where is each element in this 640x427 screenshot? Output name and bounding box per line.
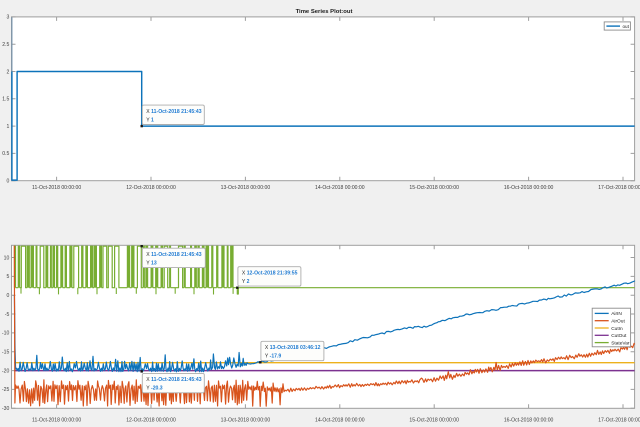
svg-text:13-Oct-2018 00:00:00: 13-Oct-2018 00:00:00: [221, 418, 271, 424]
svg-text:1: 1: [6, 124, 9, 130]
svg-text:2.5: 2.5: [2, 42, 9, 48]
svg-text:14-Oct-2018 00:00:00: 14-Oct-2018 00:00:00: [315, 418, 365, 424]
svg-text:Time Series Plot:out: Time Series Plot:out: [296, 9, 353, 15]
svg-text:CutIn: CutIn: [611, 326, 623, 332]
svg-text:Y 1: Y 1: [146, 117, 154, 123]
svg-text:out: out: [623, 24, 630, 29]
svg-text:12-Oct-2018 00:00:00: 12-Oct-2018 00:00:00: [126, 418, 176, 424]
svg-text:-25: -25: [2, 387, 10, 393]
svg-text:0: 0: [6, 179, 9, 185]
svg-text:11-Oct-2018 00:00:00: 11-Oct-2018 00:00:00: [32, 418, 81, 424]
svg-text:16-Oct-2018 00:00:00: 16-Oct-2018 00:00:00: [504, 185, 554, 191]
svg-text:Y -17.9: Y -17.9: [265, 354, 282, 360]
svg-text:-5: -5: [5, 312, 10, 318]
svg-text:17-Oct-2018 00:00:00: 17-Oct-2018 00:00:00: [598, 418, 640, 424]
svg-text:5: 5: [6, 274, 9, 280]
svg-text:Y -20.3: Y -20.3: [146, 386, 163, 392]
svg-text:-30: -30: [2, 406, 10, 412]
svg-text:AirIN: AirIN: [611, 311, 622, 317]
svg-text:14-Oct-2018 00:00:00: 14-Oct-2018 00:00:00: [315, 185, 365, 191]
svg-text:-15: -15: [2, 350, 10, 356]
svg-text:15-Oct-2018 00:00:00: 15-Oct-2018 00:00:00: [409, 418, 459, 424]
svg-text:X 11-Oct-2018 21:45:43: X 11-Oct-2018 21:45:43: [146, 377, 201, 383]
svg-text:X 11-Oct-2018 21:45:43: X 11-Oct-2018 21:45:43: [146, 109, 201, 115]
svg-text:2: 2: [6, 69, 9, 75]
svg-text:16-Oct-2018 00:00:00: 16-Oct-2018 00:00:00: [504, 418, 554, 424]
svg-text:17-Oct-2018 00:00:00: 17-Oct-2018 00:00:00: [598, 185, 640, 191]
svg-text:-10: -10: [2, 331, 10, 337]
svg-text:AirOut: AirOut: [611, 319, 625, 325]
svg-text:12-Oct-2018 00:00:00: 12-Oct-2018 00:00:00: [126, 185, 176, 191]
svg-text:Y 13: Y 13: [146, 260, 157, 266]
svg-text:11-Oct-2018 00:00:00: 11-Oct-2018 00:00:00: [32, 185, 81, 191]
svg-text:15-Oct-2018 00:00:00: 15-Oct-2018 00:00:00: [409, 185, 459, 191]
svg-text:0.5: 0.5: [2, 151, 9, 157]
svg-text:X 12-Oct-2018 21:39:55: X 12-Oct-2018 21:39:55: [242, 271, 298, 277]
svg-text:X 11-Oct-2018 21:45:43: X 11-Oct-2018 21:45:43: [146, 252, 201, 258]
svg-text:0: 0: [6, 293, 9, 299]
svg-text:1.5: 1.5: [2, 97, 9, 103]
svg-text:StateVar: StateVar: [611, 340, 630, 346]
svg-text:3: 3: [6, 15, 9, 21]
svg-text:10: 10: [4, 255, 10, 261]
svg-text:-20: -20: [2, 368, 10, 374]
svg-text:Y 2: Y 2: [242, 279, 250, 285]
svg-text:X 13-Oct-2018 03:46:12: X 13-Oct-2018 03:46:12: [265, 345, 321, 351]
svg-text:CutOut: CutOut: [611, 333, 627, 339]
svg-text:13-Oct-2018 00:00:00: 13-Oct-2018 00:00:00: [221, 185, 271, 191]
